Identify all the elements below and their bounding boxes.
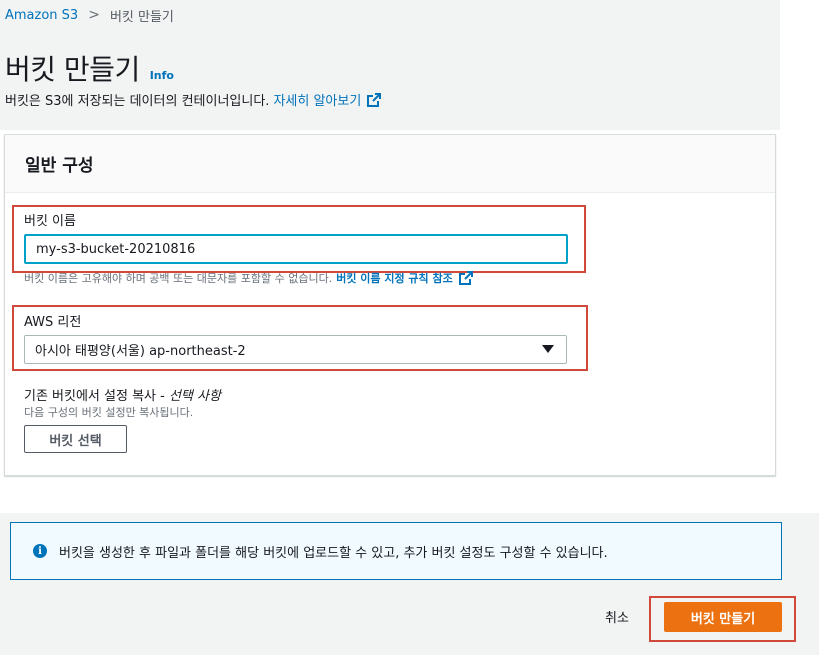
info-alert: i 버킷을 생성한 후 파일과 폴더를 해당 버킷에 업로드할 수 있고, 추가… bbox=[10, 522, 782, 580]
external-link-icon[interactable] bbox=[367, 92, 382, 107]
page-description: 버킷은 S3에 저장되는 데이터의 컨테이너입니다. 자세히 알아보기 bbox=[5, 90, 382, 109]
cancel-button[interactable]: 취소 bbox=[605, 607, 629, 626]
bucket-name-hint-text: 버킷 이름은 고유해야 하며 공백 또는 대문자를 포함할 수 없습니다. bbox=[24, 272, 333, 285]
copy-settings-description: 다음 구성의 버킷 설정만 복사됩니다. bbox=[24, 406, 194, 419]
choose-bucket-button[interactable]: 버킷 선택 bbox=[24, 425, 127, 453]
panel-header: 일반 구성 bbox=[5, 135, 775, 193]
create-bucket-button[interactable]: 버킷 만들기 bbox=[664, 602, 782, 632]
info-link[interactable]: Info bbox=[150, 69, 174, 82]
alert-text: 버킷을 생성한 후 파일과 폴더를 해당 버킷에 업로드할 수 있고, 추가 버… bbox=[59, 545, 608, 561]
description-text: 버킷은 S3에 저장되는 데이터의 컨테이너입니다. bbox=[5, 94, 270, 109]
info-icon: i bbox=[33, 544, 47, 558]
bucket-name-input[interactable] bbox=[24, 234, 568, 264]
region-select[interactable]: 아시아 태평양(서울) ap-northeast-2 bbox=[24, 335, 567, 364]
copy-settings-label-text: 기존 버킷에서 설정 복사 - bbox=[24, 389, 169, 404]
bucket-name-hint: 버킷 이름은 고유해야 하며 공백 또는 대문자를 포함할 수 없습니다. 버킷… bbox=[24, 270, 473, 286]
external-link-icon[interactable] bbox=[458, 271, 473, 285]
region-label: AWS 리전 bbox=[24, 315, 82, 330]
copy-settings-label: 기존 버킷에서 설정 복사 - 선택 사항 bbox=[24, 385, 221, 404]
chevron-right-icon: > bbox=[88, 7, 100, 23]
breadcrumb-current: 버킷 만들기 bbox=[109, 9, 174, 25]
region-selected-value: 아시아 태평양(서울) ap-northeast-2 bbox=[35, 344, 246, 359]
page-title: 버킷 만들기 bbox=[5, 53, 140, 86]
caret-down-icon bbox=[542, 345, 554, 353]
naming-rules-link[interactable]: 버킷 이름 지정 규칙 참조 bbox=[336, 270, 453, 286]
learn-more-link[interactable]: 자세히 알아보기 bbox=[273, 90, 361, 109]
bucket-name-label: 버킷 이름 bbox=[24, 214, 76, 229]
panel-title: 일반 구성 bbox=[25, 156, 94, 176]
breadcrumb: Amazon S3 > 버킷 만들기 bbox=[5, 6, 174, 25]
title-row: 버킷 만들기 Info bbox=[5, 48, 174, 88]
breadcrumb-root-link[interactable]: Amazon S3 bbox=[5, 8, 78, 23]
optional-tag: 선택 사항 bbox=[168, 389, 221, 404]
